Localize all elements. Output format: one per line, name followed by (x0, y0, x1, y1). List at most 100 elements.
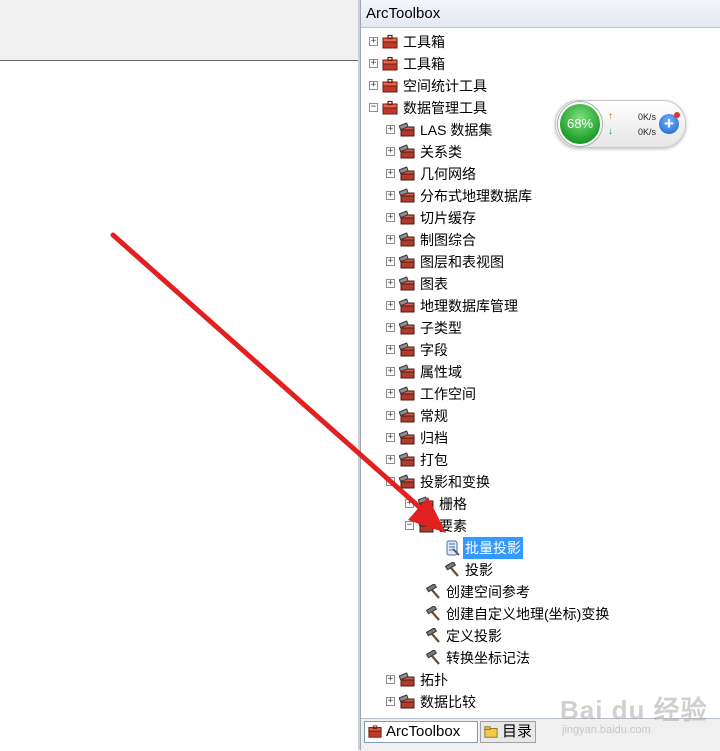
tree-item[interactable]: 批量投影 (361, 537, 720, 559)
expand-icon[interactable]: + (386, 125, 395, 134)
tree-item[interactable]: 转换坐标记法 (361, 647, 720, 669)
expand-icon[interactable]: + (369, 59, 378, 68)
toolset-icon (399, 405, 415, 427)
panel-tab-bar: ArcToolbox 目录 (361, 718, 720, 751)
toolset-icon (399, 471, 415, 493)
tree-item-label: 工作空间 (420, 386, 476, 402)
tree-item[interactable]: + 制图综合 (361, 229, 720, 251)
tree-item[interactable]: + 属性域 (361, 361, 720, 383)
toolset-icon (418, 493, 434, 515)
expand-icon[interactable]: + (386, 455, 395, 464)
toolset-icon (399, 207, 415, 229)
download-arrow-icon: ↓ (608, 126, 613, 137)
expand-icon[interactable]: + (386, 147, 395, 156)
tab-catalog[interactable]: 目录 (480, 721, 536, 743)
tree-item-label: 图层和表视图 (420, 254, 504, 270)
catalog-icon (484, 726, 498, 738)
toolset-icon (399, 691, 415, 713)
expand-icon[interactable]: + (386, 257, 395, 266)
tool-icon (425, 647, 441, 669)
expand-icon[interactable]: + (386, 697, 395, 706)
toolset-icon (399, 427, 415, 449)
tool-icon (444, 559, 460, 581)
expand-icon[interactable]: + (386, 213, 395, 222)
tree-item[interactable]: + 数据比较 (361, 691, 720, 713)
toolset-icon (399, 185, 415, 207)
tree-item[interactable]: + 切片缓存 (361, 207, 720, 229)
tree-item[interactable]: + 栅格 (361, 493, 720, 515)
tool-icon (425, 625, 441, 647)
toolset-icon (399, 317, 415, 339)
tree-item[interactable]: 定义投影 (361, 625, 720, 647)
tree-item[interactable]: + 图层和表视图 (361, 251, 720, 273)
tree-item[interactable]: − 投影和变换 (361, 471, 720, 493)
toolset-icon (399, 251, 415, 273)
toolset-icon (399, 339, 415, 361)
expand-icon[interactable]: + (405, 499, 414, 508)
tree-item-label: LAS 数据集 (420, 122, 493, 138)
tree-item-label: 转换坐标记法 (446, 650, 530, 666)
map-canvas[interactable] (0, 0, 358, 750)
tool-icon (425, 603, 441, 625)
network-monitor-widget[interactable]: 68% ↑ 0K/s ↓ 0K/s + (555, 100, 686, 148)
expand-icon[interactable]: + (386, 191, 395, 200)
tree-item[interactable]: 创建空间参考 (361, 581, 720, 603)
upload-speed: 0K/s (637, 112, 656, 122)
collapse-icon[interactable]: − (386, 477, 395, 486)
expand-icon[interactable]: + (386, 323, 395, 332)
tree-item[interactable]: 创建自定义地理(坐标)变换 (361, 603, 720, 625)
tree-item-label: 定义投影 (446, 628, 502, 644)
toolbox-icon (382, 31, 398, 53)
tree-item[interactable]: + 地理数据库管理 (361, 295, 720, 317)
tree-item[interactable]: + 常规 (361, 405, 720, 427)
expand-icon[interactable]: + (386, 411, 395, 420)
expand-icon[interactable]: + (369, 37, 378, 46)
tree-item[interactable]: 投影 (361, 559, 720, 581)
tree-item-label: 地理数据库管理 (420, 298, 518, 314)
expand-icon[interactable]: + (386, 301, 395, 310)
tree-item-label: 切片缓存 (420, 210, 476, 226)
expand-icon[interactable]: + (386, 389, 395, 398)
tree-item-label: 数据比较 (420, 694, 476, 710)
tree-item[interactable]: + 工具箱 (361, 53, 720, 75)
tree-item-label: 数据管理工具 (403, 100, 487, 116)
expand-icon[interactable]: + (386, 279, 395, 288)
toolset-icon (399, 273, 415, 295)
expand-icon[interactable]: + (369, 81, 378, 90)
tree-item-label: 图表 (420, 276, 448, 292)
expand-icon[interactable]: + (386, 433, 395, 442)
tree-item[interactable]: + 拓扑 (361, 669, 720, 691)
tree-item[interactable]: + 分布式地理数据库 (361, 185, 720, 207)
tree-item[interactable]: + 字段 (361, 339, 720, 361)
tree-item-label: 子类型 (420, 320, 462, 336)
tree-item[interactable]: + 空间统计工具 (361, 75, 720, 97)
toolset-icon (399, 361, 415, 383)
tree-item-label: 关系类 (420, 144, 462, 160)
tree-item-label: 分布式地理数据库 (420, 188, 532, 204)
tree-item[interactable]: + 子类型 (361, 317, 720, 339)
tree-item-label: 工具箱 (403, 34, 445, 50)
expand-icon[interactable]: + (386, 367, 395, 376)
tab-arctoolbox[interactable]: ArcToolbox (364, 721, 478, 743)
toolset-icon (399, 229, 415, 251)
expand-icon[interactable]: + (386, 169, 395, 178)
tree-item[interactable]: + 归档 (361, 427, 720, 449)
tree-item[interactable]: + 工具箱 (361, 31, 720, 53)
tree-item[interactable]: + 工作空间 (361, 383, 720, 405)
tree-item-label: 字段 (420, 342, 448, 358)
expand-icon[interactable]: + (386, 345, 395, 354)
tree-item[interactable]: + 图表 (361, 273, 720, 295)
tree-item-label: 工具箱 (403, 56, 445, 72)
cpu-gauge: 68% (558, 102, 602, 146)
expand-icon[interactable]: + (386, 235, 395, 244)
upload-arrow-icon: ↑ (608, 111, 613, 122)
tree-item-label: 投影 (465, 562, 493, 578)
tree-item[interactable]: + 打包 (361, 449, 720, 471)
toolbox-icon (382, 75, 398, 97)
expand-icon[interactable]: + (386, 675, 395, 684)
collapse-icon[interactable]: − (369, 103, 378, 112)
tree-item[interactable]: + 几何网络 (361, 163, 720, 185)
tree-item[interactable]: − 要素 (361, 515, 720, 537)
toolbox-icon (368, 725, 382, 738)
collapse-icon[interactable]: − (405, 521, 414, 530)
